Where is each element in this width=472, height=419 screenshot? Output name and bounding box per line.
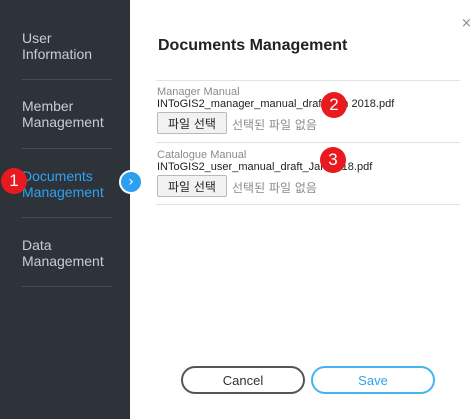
catalogue-manual-no-file-text: 선택된 파일 없음: [232, 181, 317, 195]
sidebar-item-label: Management: [22, 114, 104, 130]
catalogue-manual-label: Catalogue Manual: [157, 149, 247, 161]
sidebar-divider: [22, 148, 112, 149]
sidebar-nav: User Information Member Management Docum…: [0, 0, 130, 419]
sidebar-divider: [22, 79, 112, 80]
sidebar-divider: [22, 217, 112, 218]
manager-manual-current-file: INToGIS2_manager_manual_draft_Jan 2018.p…: [157, 98, 395, 110]
close-icon[interactable]: ×: [461, 16, 472, 31]
manager-manual-choose-file-button[interactable]: 파일 선택: [157, 112, 227, 134]
sidebar-item-label: Management: [22, 184, 104, 200]
sidebar-item-label: Member: [22, 98, 74, 114]
page-title: Documents Management: [158, 37, 348, 54]
sidebar-item-user-information[interactable]: User Information: [22, 30, 112, 62]
sidebar-item-label: Documents: [22, 168, 93, 184]
catalogue-manual-choose-file-button[interactable]: 파일 선택: [157, 175, 227, 197]
annotation-badge: 2: [321, 92, 347, 118]
sidebar-item-label: Management: [22, 253, 104, 269]
cancel-button[interactable]: Cancel: [181, 366, 305, 394]
sidebar-item-documents-management[interactable]: Documents Management: [22, 168, 112, 200]
manager-manual-no-file-text: 선택된 파일 없음: [232, 118, 317, 132]
sidebar-item-label: User: [22, 30, 52, 46]
save-button[interactable]: Save: [311, 366, 435, 394]
annotation-badge: 3: [320, 147, 346, 173]
manager-manual-label: Manager Manual: [157, 86, 240, 98]
annotation-badge: 1: [1, 168, 27, 194]
sidebar-divider: [22, 286, 112, 287]
divider: [156, 204, 460, 205]
sidebar-item-label: Information: [22, 46, 93, 62]
divider: [156, 80, 460, 81]
chevron-right-icon: ›: [119, 170, 143, 194]
sidebar-item-label: Data: [22, 237, 52, 253]
divider: [156, 142, 460, 143]
sidebar-item-data-management[interactable]: Data Management: [22, 237, 112, 269]
sidebar-item-member-management[interactable]: Member Management: [22, 98, 112, 130]
